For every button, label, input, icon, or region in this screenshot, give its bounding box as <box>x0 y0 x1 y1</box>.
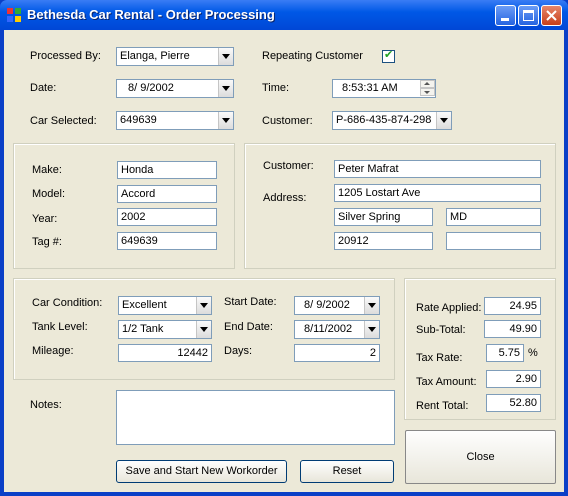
reset-button[interactable]: Reset <box>300 460 394 483</box>
rent-total-field[interactable]: 52.80 <box>486 394 541 412</box>
tank-level-label: Tank Level: <box>32 321 88 333</box>
minimize-icon <box>501 18 509 21</box>
chevron-down-icon[interactable] <box>364 297 379 314</box>
repeating-customer-label: Repeating Customer <box>262 50 363 62</box>
minimize-button[interactable] <box>495 5 516 26</box>
tag-label: Tag #: <box>32 236 62 248</box>
end-date-value: 8/11/2002 <box>304 323 353 335</box>
subtotal-field[interactable]: 49.90 <box>484 320 541 338</box>
tax-amount-label: Tax Amount: <box>416 376 477 388</box>
rent-total-label: Rent Total: <box>416 400 469 412</box>
mileage-label: Mileage: <box>32 345 74 357</box>
make-field[interactable]: Honda <box>117 161 217 179</box>
chevron-down-icon[interactable] <box>218 48 233 65</box>
save-new-workorder-button[interactable]: Save and Start New Workorder <box>116 460 287 483</box>
tax-rate-label: Tax Rate: <box>416 352 463 364</box>
spin-down-icon[interactable] <box>420 88 435 96</box>
close-button[interactable]: Close <box>405 430 556 484</box>
date-picker[interactable]: 8/ 9/2002 <box>116 79 234 98</box>
end-date-label: End Date: <box>224 321 273 333</box>
chevron-down-icon[interactable] <box>196 297 211 314</box>
percent-sign: % <box>528 347 538 359</box>
state-field[interactable]: MD <box>446 208 541 226</box>
date-label: Date: <box>30 82 57 94</box>
customer-label: Customer: <box>262 115 313 127</box>
chevron-down-icon[interactable] <box>218 80 233 97</box>
mileage-field[interactable]: 12442 <box>118 344 212 362</box>
model-field[interactable]: Accord <box>117 185 217 203</box>
year-field[interactable]: 2002 <box>117 208 217 226</box>
tank-level-combo[interactable]: 1/2 Tank <box>118 320 212 339</box>
year-label: Year: <box>32 213 58 225</box>
chevron-down-icon[interactable] <box>436 112 451 129</box>
processed-by-combo[interactable]: Elanga, Pierre <box>116 47 234 66</box>
tax-amount-field[interactable]: 2.90 <box>486 370 541 388</box>
car-condition-combo[interactable]: Excellent <box>118 296 212 315</box>
window: Bethesda Car Rental - Order Processing P… <box>0 0 568 496</box>
rate-applied-label: Rate Applied: <box>416 302 482 314</box>
subtotal-label: Sub-Total: <box>416 324 466 336</box>
processed-by-label: Processed By: <box>30 50 101 62</box>
time-spinner[interactable] <box>420 80 435 97</box>
zip-field[interactable]: 20912 <box>334 232 433 250</box>
start-date-label: Start Date: <box>224 296 277 308</box>
start-date-picker[interactable]: 8/ 9/2002 <box>294 296 380 315</box>
time-label: Time: <box>262 82 290 94</box>
title-bar[interactable]: Bethesda Car Rental - Order Processing <box>0 0 568 30</box>
chevron-down-icon[interactable] <box>364 321 379 338</box>
repeating-customer-checkbox[interactable] <box>382 48 395 63</box>
extra-field[interactable] <box>446 232 541 250</box>
address-field[interactable]: 1205 Lostart Ave <box>334 184 541 202</box>
customer-name-field[interactable]: Peter Mafrat <box>334 160 541 178</box>
car-selected-label: Car Selected: <box>30 115 97 127</box>
car-condition-value: Excellent <box>122 299 167 311</box>
car-selected-combo[interactable]: 649639 <box>116 111 234 130</box>
time-value: 8:53:31 AM <box>342 82 398 94</box>
processed-by-value: Elanga, Pierre <box>120 50 190 62</box>
days-label: Days: <box>224 345 253 357</box>
model-label: Model: <box>32 188 66 200</box>
maximize-icon <box>523 10 534 21</box>
car-selected-value: 649639 <box>120 114 157 126</box>
tax-rate-field[interactable]: 5.75 <box>486 344 524 362</box>
notes-textarea[interactable] <box>116 390 395 445</box>
app-icon <box>7 8 21 22</box>
chevron-down-icon[interactable] <box>218 112 233 129</box>
window-title: Bethesda Car Rental - Order Processing <box>27 7 275 22</box>
address-label: Address: <box>263 192 307 204</box>
customer-value: P-686-435-874-298 <box>336 114 432 126</box>
time-picker[interactable]: 8:53:31 AM <box>332 79 436 98</box>
tank-level-value: 1/2 Tank <box>122 323 164 335</box>
maximize-button[interactable] <box>518 5 539 26</box>
end-date-picker[interactable]: 8/11/2002 <box>294 320 380 339</box>
car-condition-label: Car Condition: <box>32 297 103 309</box>
customer-combo[interactable]: P-686-435-874-298 <box>332 111 452 130</box>
close-icon <box>546 10 557 21</box>
rate-applied-field[interactable]: 24.95 <box>484 297 541 315</box>
form-client-area: Processed By: Elanga, Pierre Repeating C… <box>4 30 564 492</box>
tag-field[interactable]: 649639 <box>117 232 217 250</box>
notes-label: Notes: <box>30 399 62 411</box>
chevron-down-icon[interactable] <box>196 321 211 338</box>
close-window-button[interactable] <box>541 5 562 26</box>
make-label: Make: <box>32 164 62 176</box>
city-field[interactable]: Silver Spring <box>334 208 433 226</box>
spin-up-icon[interactable] <box>420 80 435 88</box>
customer-name-label: Customer: <box>263 160 314 172</box>
start-date-value: 8/ 9/2002 <box>304 299 350 311</box>
date-value: 8/ 9/2002 <box>128 82 174 94</box>
days-field[interactable]: 2 <box>294 344 380 362</box>
